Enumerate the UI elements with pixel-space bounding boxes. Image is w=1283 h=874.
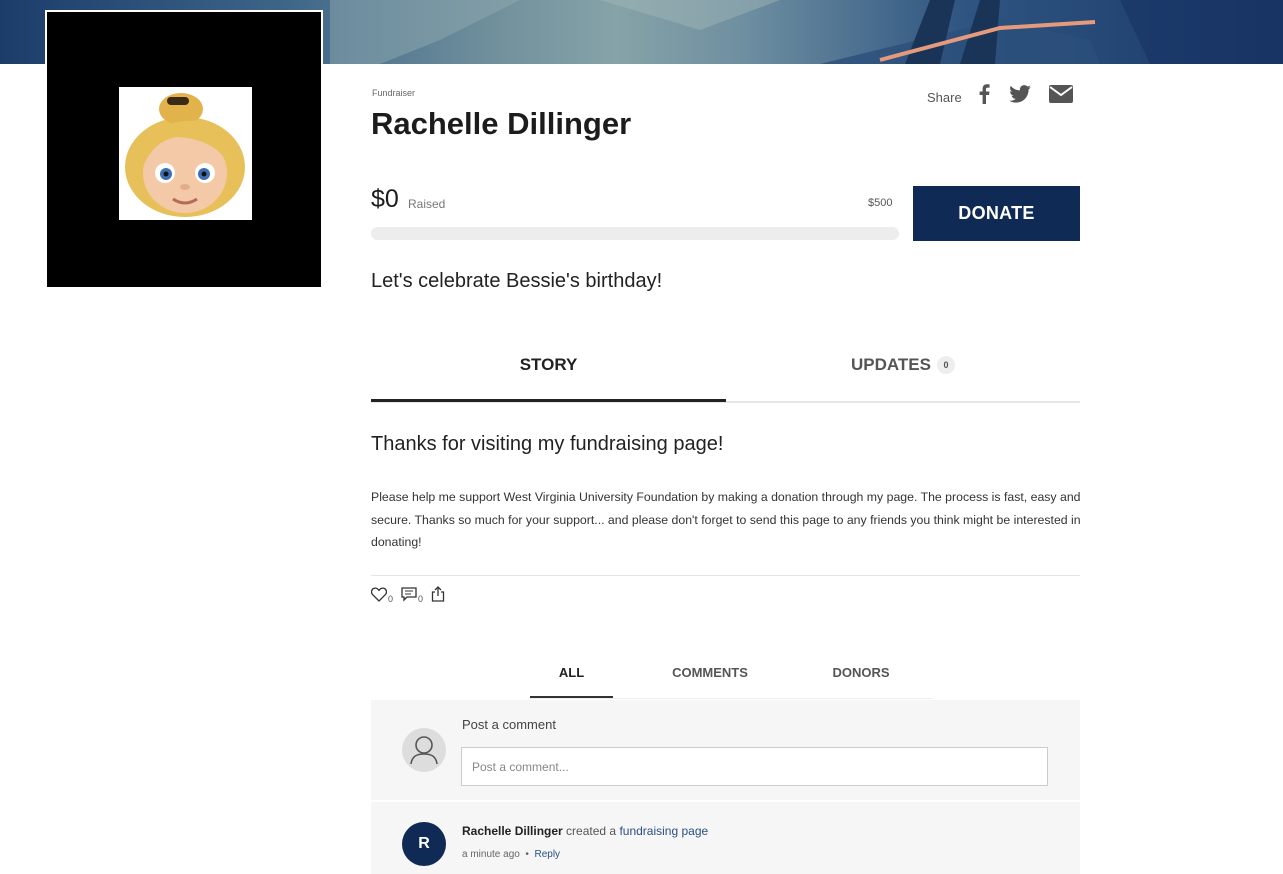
goal-amount: $500 — [868, 197, 893, 209]
meta-separator: • — [525, 849, 529, 860]
share-icons — [979, 84, 1073, 109]
updates-count-badge: 0 — [936, 356, 955, 374]
tab-updates[interactable]: UPDATES 0 — [726, 350, 1080, 399]
tab-updates-label: UPDATES — [851, 355, 931, 374]
reaction-bar: 0 0 — [370, 586, 445, 604]
comment-input[interactable] — [461, 747, 1048, 786]
share-post-icon[interactable] — [431, 586, 445, 604]
story-divider — [371, 575, 1080, 576]
role-label: Fundraiser — [372, 88, 416, 98]
post-comment-label: Post a comment — [462, 717, 556, 732]
twitter-icon[interactable] — [1009, 85, 1031, 108]
avatar: R — [402, 822, 446, 866]
activity-item: R Rachelle Dillinger created a fundraisi… — [371, 802, 1080, 874]
comments-count: 0 — [418, 594, 424, 604]
likes-count: 0 — [388, 594, 394, 604]
user-placeholder-icon — [402, 728, 446, 772]
profile-photo-frame — [45, 10, 323, 289]
fundraiser-headline: Let's celebrate Bessie's birthday! — [371, 270, 663, 292]
activity-text: Rachelle Dillinger created a fundraising… — [462, 824, 708, 838]
feed-tab-donors[interactable]: DONORS — [820, 660, 902, 696]
progress-bar — [371, 227, 899, 240]
activity-feed-tabs: ALL COMMENTS DONORS — [530, 660, 932, 699]
reply-link[interactable]: Reply — [534, 849, 560, 860]
feed-tab-all[interactable]: ALL — [530, 660, 613, 698]
heart-icon[interactable] — [370, 587, 388, 604]
story-title: Thanks for visiting my fundraising page! — [371, 433, 724, 455]
raised-label: Raised — [408, 197, 446, 211]
activity-link[interactable]: fundraising page — [619, 824, 708, 838]
donate-button[interactable]: DONATE — [913, 186, 1080, 241]
raised-amount: $0 — [371, 185, 399, 213]
content-tabs: STORY UPDATES 0 — [371, 350, 1080, 403]
story-body: Please help me support West Virginia Uni… — [371, 490, 1081, 549]
activity-meta: a minute ago • Reply — [462, 849, 560, 860]
share-label: Share — [927, 90, 962, 105]
activity-time: a minute ago — [462, 849, 520, 860]
email-icon[interactable] — [1049, 85, 1073, 108]
activity-action: created a — [566, 824, 617, 838]
feed-tab-comments[interactable]: COMMENTS — [660, 660, 760, 696]
activity-user[interactable]: Rachelle Dillinger — [462, 824, 563, 838]
blonde-girl-avatar-icon — [125, 93, 245, 217]
tab-story[interactable]: STORY — [371, 350, 726, 402]
fundraiser-name: Rachelle Dillinger — [371, 106, 632, 141]
profile-photo — [119, 87, 252, 220]
tab-story-label: STORY — [519, 355, 578, 374]
comment-composer: Post a comment — [371, 700, 1080, 800]
comment-icon[interactable] — [401, 587, 417, 604]
facebook-icon[interactable] — [979, 84, 990, 109]
